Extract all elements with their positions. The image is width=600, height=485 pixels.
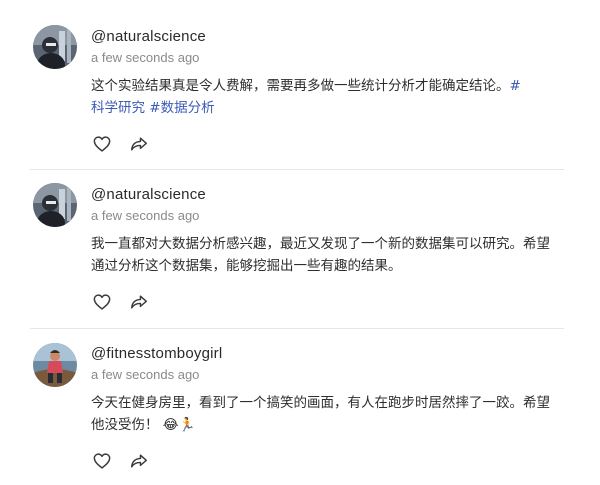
post-actions [92,451,149,471]
post-text: 今天在健身房里，看到了一个搞笑的画面，有人在跑步时居然摔了一跤。希望他没受伤！ [91,395,550,433]
share-arrow-icon[interactable] [129,134,149,154]
post-username[interactable]: @naturalscience [91,186,206,203]
post-username[interactable]: @fitnesstomboygirl [91,345,222,362]
avatar[interactable] [33,343,77,387]
post-timestamp: a few seconds ago [91,50,200,65]
post-content: 这个实验结果真是令人费解，需要再多做一些统计分析才能确定结论。# 科学研究 #数据… [91,75,563,119]
post-feed: @naturalscience a few seconds ago 这个实验结果… [0,0,600,485]
avatar[interactable] [33,25,77,69]
post-text: 这个实验结果真是令人费解，需要再多做一些统计分析才能确定结论。 [91,78,510,94]
heart-icon[interactable] [92,292,112,312]
hashtag-link[interactable]: #数据分析 [149,100,214,116]
avatar[interactable] [33,183,77,227]
emoji: 😂🏃 [162,417,196,433]
post-username[interactable]: @naturalscience [91,28,206,45]
share-arrow-icon[interactable] [129,292,149,312]
heart-icon[interactable] [92,134,112,154]
hashtag-link[interactable]: 科学研究 [91,100,145,116]
share-arrow-icon[interactable] [129,451,149,471]
heart-icon[interactable] [92,451,112,471]
post-timestamp: a few seconds ago [91,208,200,223]
post-actions [92,292,149,312]
hashtag-link[interactable]: # [510,78,521,94]
post-text: 我一直都对大数据分析感兴趣，最近又发现了一个新的数据集可以研究。希望通过分析这个… [91,236,550,274]
post-content: 今天在健身房里，看到了一个搞笑的画面，有人在跑步时居然摔了一跤。希望他没受伤！ … [91,392,563,436]
post-card: @fitnesstomboygirl a few seconds ago 今天在… [0,329,600,485]
post-content: 我一直都对大数据分析感兴趣，最近又发现了一个新的数据集可以研究。希望通过分析这个… [91,233,563,277]
post-card: @naturalscience a few seconds ago 这个实验结果… [0,0,600,170]
post-card: @naturalscience a few seconds ago 我一直都对大… [0,170,600,328]
post-timestamp: a few seconds ago [91,367,200,382]
post-actions [92,134,149,154]
